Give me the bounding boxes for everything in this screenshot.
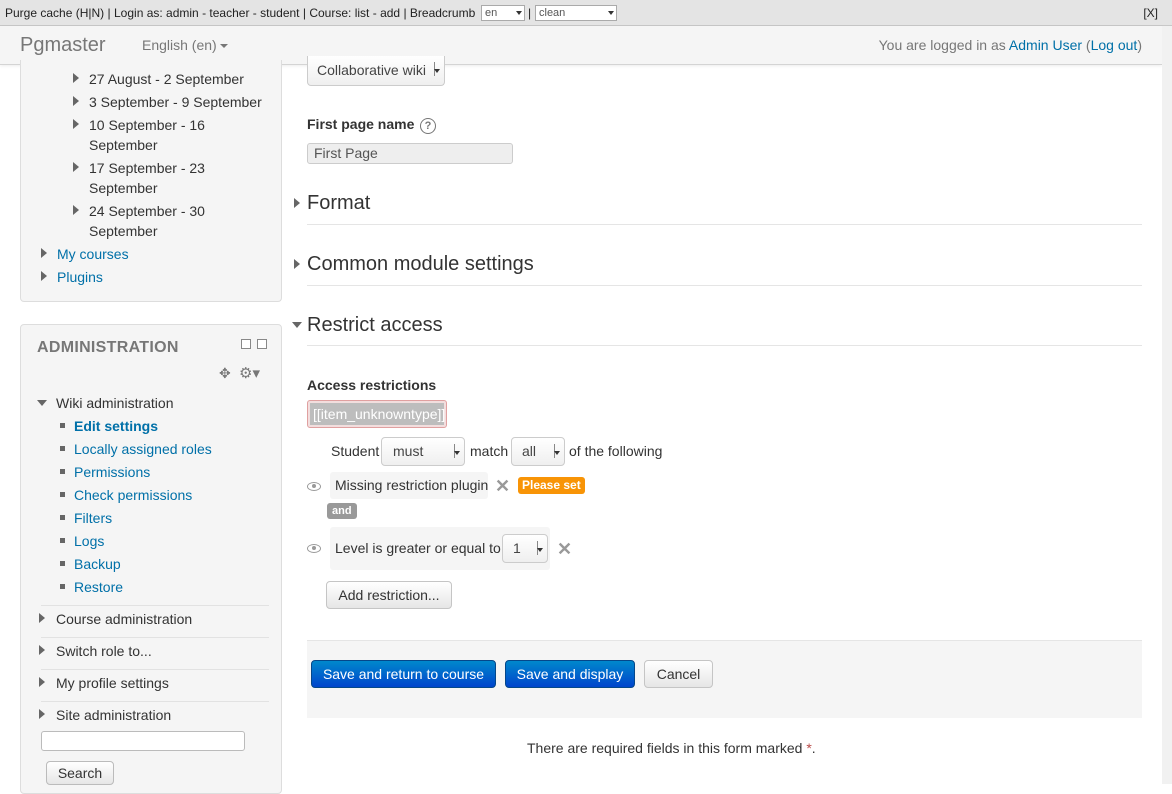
dev-lang-select[interactable]: en xyxy=(481,5,525,21)
section-restrict-access[interactable]: Restrict access xyxy=(292,314,492,340)
admin-search-button[interactable]: Search xyxy=(46,761,114,785)
collapse-block-icon[interactable] xyxy=(241,339,251,349)
section-common-module-settings[interactable]: Common module settings xyxy=(292,253,592,279)
unknown-type-error-field[interactable]: [[item_unknowntype]] xyxy=(307,400,447,428)
expand-arrow-icon xyxy=(39,677,45,687)
login-info: You are logged in as Admin User (Log out… xyxy=(878,37,1142,53)
chevron-down-icon xyxy=(536,543,543,555)
match-label: match xyxy=(470,443,509,459)
login-as-student-link[interactable]: student xyxy=(260,6,299,20)
chevron-down-icon xyxy=(453,446,460,458)
required-fields-note: There are required fields in this form m… xyxy=(527,740,816,756)
expand-arrow-icon xyxy=(73,96,79,106)
expand-arrow-icon xyxy=(39,645,45,655)
breadcrumb-link[interactable]: Breadcrumb xyxy=(410,6,475,20)
scrollbar[interactable] xyxy=(1162,26,1172,784)
expand-arrow-icon xyxy=(73,73,79,83)
access-restrictions-label: Access restrictions xyxy=(307,377,437,393)
cancel-button[interactable]: Cancel xyxy=(644,660,713,688)
expand-arrow-icon xyxy=(39,613,45,623)
user-profile-link[interactable]: Admin User xyxy=(1009,37,1082,53)
administration-block: ADMINISTRATION ✥ ⚙▾ Wiki administration … xyxy=(20,324,282,794)
expand-arrow-icon xyxy=(39,709,45,719)
collapse-arrow-icon xyxy=(37,400,47,406)
login-as-teacher-link[interactable]: teacher xyxy=(209,6,249,20)
delete-icon[interactable]: ✕ xyxy=(495,477,510,495)
admin-search-input[interactable] xyxy=(41,731,245,751)
delete-icon[interactable]: ✕ xyxy=(557,540,572,558)
course-add-link[interactable]: add xyxy=(380,6,400,20)
dev-toolbar-links: Purge cache (H|N) | Login as: admin - te… xyxy=(5,6,476,20)
section-format[interactable]: Format xyxy=(292,192,492,218)
expand-arrow-icon xyxy=(294,259,300,269)
dev-theme-select[interactable]: clean xyxy=(535,5,617,21)
expand-arrow-icon xyxy=(73,205,79,215)
level-select[interactable]: 1 xyxy=(502,534,548,563)
site-brand[interactable]: Pgmaster xyxy=(20,34,106,57)
chevron-down-icon xyxy=(608,11,614,15)
gear-icon[interactable]: ⚙▾ xyxy=(239,364,260,382)
dock-block-icon[interactable] xyxy=(257,339,267,349)
move-icon[interactable]: ✥ xyxy=(219,365,231,382)
match-all-select[interactable]: all xyxy=(511,437,565,466)
course-label: Course: xyxy=(309,6,352,20)
first-page-name-label: First page name xyxy=(307,116,415,132)
dev-toolbar: Purge cache (H|N) | Login as: admin - te… xyxy=(0,0,1172,26)
expand-arrow-icon xyxy=(73,119,79,129)
course-list-link[interactable]: list xyxy=(355,6,370,20)
chevron-down-icon xyxy=(553,446,560,458)
wiki-mode-select[interactable]: Collaborative wiki xyxy=(307,56,445,86)
chevron-down-icon xyxy=(433,64,440,76)
of-following-label: of the following xyxy=(569,443,663,459)
hn-link[interactable]: (H|N) xyxy=(76,6,104,20)
save-return-course-button[interactable]: Save and return to course xyxy=(311,660,496,688)
navigation-block: 27 August - 2 September 3 September - 9 … xyxy=(20,60,282,302)
must-select[interactable]: must xyxy=(381,437,465,466)
save-display-button[interactable]: Save and display xyxy=(505,660,635,688)
add-restriction-button[interactable]: Add restriction... xyxy=(326,581,452,609)
expand-arrow-icon xyxy=(294,198,300,208)
dev-toolbar-close[interactable]: [X] xyxy=(1143,6,1158,20)
eye-icon[interactable] xyxy=(307,544,321,553)
please-set-badge: Please set xyxy=(518,477,585,494)
expand-arrow-icon xyxy=(41,271,47,281)
chevron-down-icon xyxy=(516,11,522,15)
administration-title: ADMINISTRATION xyxy=(37,339,179,356)
language-menu[interactable]: English (en) xyxy=(142,37,228,53)
student-label: Student xyxy=(331,443,380,459)
collapse-arrow-icon xyxy=(292,322,302,328)
caret-down-icon xyxy=(219,44,228,49)
missing-restriction-condition: Missing restriction plugin xyxy=(330,472,488,499)
expand-arrow-icon xyxy=(41,248,47,258)
purge-cache-link[interactable]: Purge cache xyxy=(5,6,72,20)
level-condition: Level is greater or equal to 1 xyxy=(330,527,550,570)
first-page-name-field[interactable]: First Page xyxy=(307,143,513,164)
expand-arrow-icon xyxy=(73,162,79,172)
and-badge: and xyxy=(327,503,357,519)
login-as-admin-link[interactable]: admin xyxy=(166,6,199,20)
logout-link[interactable]: Log out xyxy=(1091,37,1138,53)
help-icon[interactable]: ? xyxy=(420,118,436,134)
eye-icon[interactable] xyxy=(307,482,321,491)
login-as-label: Login as: xyxy=(114,6,163,20)
